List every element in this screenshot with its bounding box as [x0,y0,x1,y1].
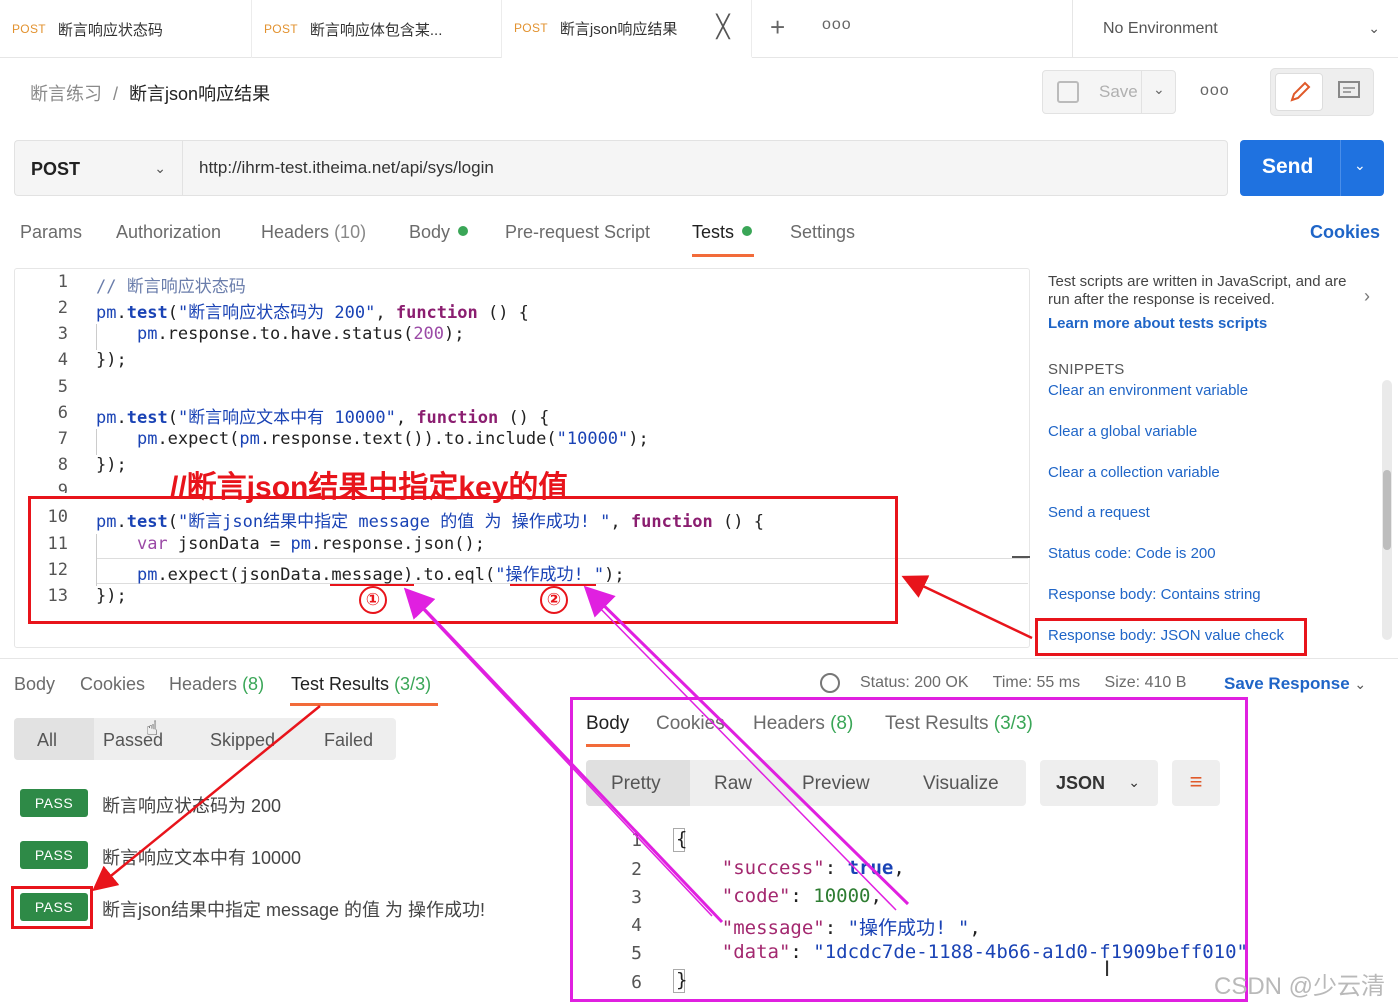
arrow-message-value-edge [591,599,897,911]
watermark: CSDN @少云清 [1214,973,1386,1000]
annotation-arrows [92,575,1033,924]
arrow-tab-to-pass [92,705,321,892]
arrow-message-value [583,585,910,906]
arrow-message-key [403,587,724,924]
arrow-message-key-edge [413,599,713,917]
arrow-snippet-to-code [901,575,1033,640]
